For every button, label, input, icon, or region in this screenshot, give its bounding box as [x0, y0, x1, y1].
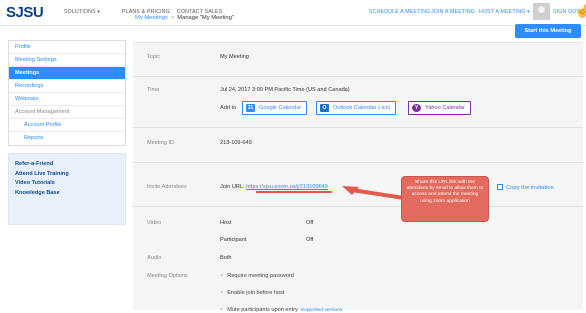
annotation-callout: Share this URL link with the attendees b…: [401, 176, 489, 222]
annotation-arrow-icon: [342, 186, 405, 200]
